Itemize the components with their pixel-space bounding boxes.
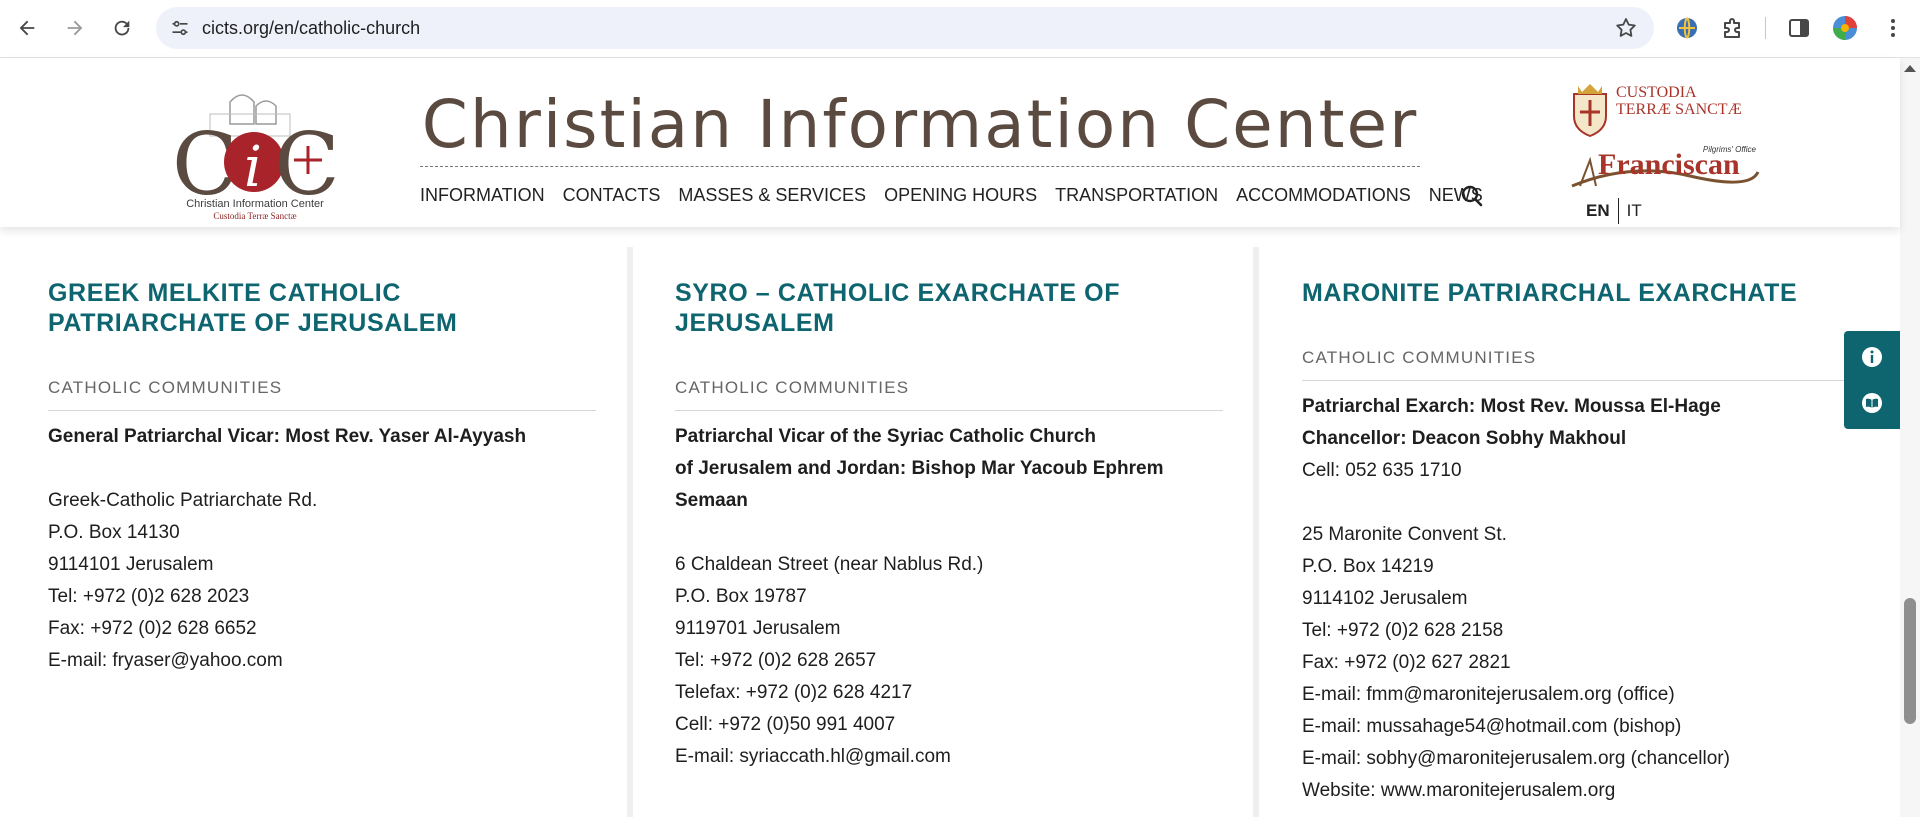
fax-line: Fax: +972 (0)2 628 6652 (48, 618, 257, 639)
contact-person: Patriarchal Vicar of the Syriac Catholic… (675, 426, 1096, 447)
email-line[interactable]: E-mail: fmm@maronitejerusalem.org (offic… (1302, 679, 1850, 711)
address-line: 9114102 Jerusalem (1302, 588, 1468, 609)
franciscan-pilgrims-logo[interactable]: Pilgrims' Office Franciscan (1570, 142, 1760, 192)
profile-avatar-icon[interactable] (1832, 15, 1858, 41)
lang-en[interactable]: EN (1586, 201, 1610, 221)
side-floating-tab (1844, 331, 1900, 429)
cell-line: Cell: +972 (0)50 991 4007 (675, 714, 896, 735)
custodia-crest-icon (1573, 84, 1607, 138)
reload-icon (114, 20, 130, 36)
nav-item-opening-hours[interactable]: OPENING HOURS (884, 185, 1037, 206)
book-icon[interactable] (1860, 391, 1884, 415)
more-menu-icon[interactable] (1880, 15, 1906, 41)
community-category: CATHOLIC COMMUNITIES (675, 378, 1223, 411)
extensions-puzzle-icon[interactable] (1719, 15, 1745, 41)
community-card: MARONITE PATRIARCHAL EXARCHATE CATHOLIC … (1302, 227, 1850, 807)
community-title: SYRO – CATHOLIC EXARCHATE OF JERUSALEM (675, 279, 1121, 337)
address-bar[interactable]: cicts.org/en/catholic-church (156, 7, 1654, 49)
address-line: 9119701 Jerusalem (675, 618, 841, 639)
community-details: Patriarchal Exarch: Most Rev. Moussa El-… (1302, 391, 1850, 807)
lang-divider (1617, 198, 1619, 224)
nav-item-transportation[interactable]: TRANSPORTATION (1055, 185, 1218, 206)
site-header: C i C Christian Information Center Custo… (0, 58, 1900, 227)
browser-toolbar: cicts.org/en/catholic-church (0, 0, 1920, 58)
email-line[interactable]: E-mail: sobhy@maronitejerusalem.org (cha… (1302, 743, 1850, 775)
community-details: Patriarchal Vicar of the Syriac Catholic… (675, 421, 1223, 773)
tune-icon[interactable] (170, 18, 190, 38)
community-category: CATHOLIC COMMUNITIES (1302, 348, 1850, 381)
title-divider (420, 166, 1420, 167)
contact-person: General Patriarchal Vicar: Most Rev. Yas… (48, 426, 527, 447)
address-line: 9114101 Jerusalem (48, 554, 214, 575)
community-category: CATHOLIC COMMUNITIES (48, 378, 596, 411)
svg-text:i: i (244, 135, 262, 200)
forward-button[interactable] (60, 13, 90, 43)
email-line[interactable]: E-mail: mussahage54@hotmail.com (bishop) (1302, 711, 1850, 743)
contact-person: of Jerusalem and Jordan: Bishop Mar Yaco… (675, 458, 1164, 511)
extension-globe-icon[interactable] (1674, 15, 1700, 41)
arrow-left-icon (19, 20, 35, 36)
contact-person: Chancellor: Deacon Sobhy Makhoul (1302, 428, 1627, 449)
community-card: SYRO – CATHOLIC EXARCHATE OF JERUSALEM C… (675, 227, 1223, 773)
franciscan-logo-image: Pilgrims' Office Franciscan (1571, 145, 1760, 188)
main-navigation: INFORMATION CONTACTS MASSES & SERVICES O… (420, 185, 1501, 206)
reload-button[interactable] (107, 13, 137, 43)
star-icon[interactable] (1614, 16, 1638, 40)
cic-logo-image: C i C (172, 94, 340, 215)
email-line[interactable]: E-mail: fryaser@yahoo.com (48, 645, 596, 677)
svg-text:Franciscan: Franciscan (1598, 148, 1740, 181)
email-line[interactable]: E-mail: syriaccath.hl@gmail.com (675, 741, 1223, 773)
language-switcher: EN IT (1586, 198, 1642, 224)
custodia-logo[interactable]: CUSTODIA TERRÆ SANCTÆ (1568, 80, 1768, 142)
address-line: P.O. Box 19787 (675, 586, 807, 607)
address-line: P.O. Box 14219 (1302, 556, 1434, 577)
address-line: 25 Maronite Convent St. (1302, 524, 1507, 545)
arrow-right-icon (67, 20, 83, 36)
site-title: Christian Information Center (421, 86, 1419, 163)
community-title: MARONITE PATRIARCHAL EXARCHATE (1302, 279, 1798, 307)
phone-line: Tel: +972 (0)2 628 2657 (675, 650, 877, 671)
toolbar-separator (1765, 17, 1766, 39)
fax-line: Fax: +972 (0)2 627 2821 (1302, 652, 1511, 673)
phone-line: Tel: +972 (0)2 628 2158 (1302, 620, 1504, 641)
custodia-text: CUSTODIA TERRÆ SANCTÆ (1616, 84, 1742, 118)
main-content: GREEK MELKITE CATHOLIC PATRIARCHATE OF J… (0, 227, 1900, 817)
column-divider (627, 247, 633, 817)
scrollbar-thumb[interactable] (1904, 598, 1916, 724)
nav-item-contacts[interactable]: CONTACTS (563, 185, 661, 206)
back-button[interactable] (12, 13, 42, 43)
nav-item-accommodations[interactable]: ACCOMMODATIONS (1236, 185, 1411, 206)
scroll-up-arrow-icon[interactable] (1903, 63, 1917, 73)
search-icon[interactable] (1460, 184, 1484, 208)
community-card: GREEK MELKITE CATHOLIC PATRIARCHATE OF J… (48, 227, 596, 677)
phone-line: Tel: +972 (0)2 628 2023 (48, 586, 250, 607)
address-line: 6 Chaldean Street (near Nablus Rd.) (675, 554, 984, 575)
column-divider (1253, 247, 1259, 817)
contact-person: Patriarchal Exarch: Most Rev. Moussa El-… (1302, 396, 1721, 417)
community-details: General Patriarchal Vicar: Most Rev. Yas… (48, 421, 596, 677)
url-text[interactable]: cicts.org/en/catholic-church (202, 18, 420, 39)
address-line: Greek-Catholic Patriarchate Rd. (48, 490, 318, 511)
lang-it[interactable]: IT (1627, 201, 1642, 221)
address-line: P.O. Box 14130 (48, 522, 180, 543)
info-icon[interactable] (1860, 345, 1884, 369)
logo-caption: Christian Information Center (186, 198, 324, 210)
nav-item-information[interactable]: INFORMATION (420, 185, 545, 206)
community-title: GREEK MELKITE CATHOLIC PATRIARCHATE OF J… (48, 279, 458, 337)
website-line[interactable]: Website: www.maronitejerusalem.org (1302, 775, 1850, 807)
cell-line: Cell: 052 635 1710 (1302, 460, 1462, 481)
fax-line: Telefax: +972 (0)2 628 4217 (675, 682, 913, 703)
logo-subcaption: Custodia Terræ Sanctæ (213, 211, 297, 221)
nav-item-masses-services[interactable]: MASSES & SERVICES (678, 185, 866, 206)
side-panel-icon[interactable] (1786, 15, 1812, 41)
